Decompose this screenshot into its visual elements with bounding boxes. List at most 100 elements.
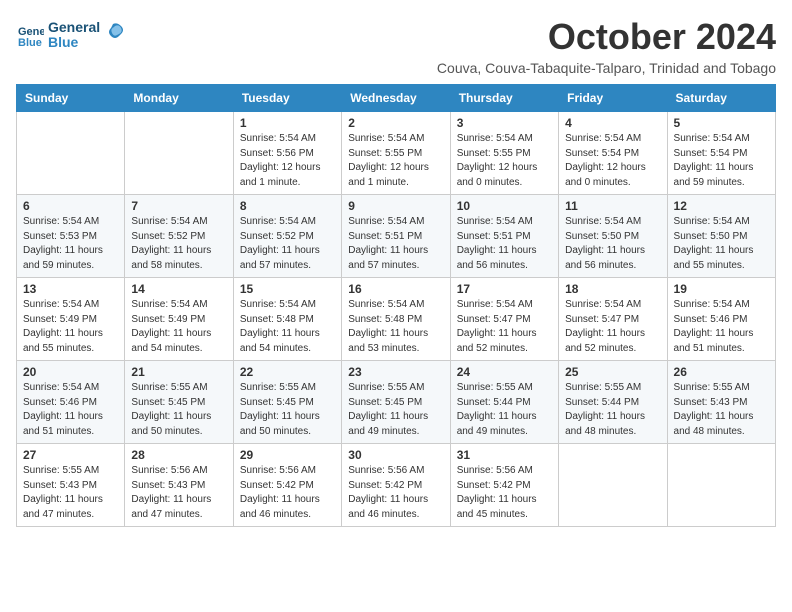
day-number: 23: [348, 365, 443, 379]
header-day-saturday: Saturday: [667, 85, 775, 112]
logo-icon: General Blue: [16, 21, 44, 49]
day-cell: 14 Sunrise: 5:54 AM Sunset: 5:49 PM Dayli…: [125, 278, 233, 361]
day-info: Sunrise: 5:55 AM Sunset: 5:45 PM Dayligh…: [348, 381, 443, 439]
day-info: Sunrise: 5:54 AM Sunset: 5:56 PM Dayligh…: [240, 132, 335, 190]
day-number: 2: [348, 116, 443, 130]
day-number: 29: [240, 448, 335, 462]
day-number: 27: [23, 448, 118, 462]
day-cell: 26 Sunrise: 5:55 AM Sunset: 5:43 PM Dayli…: [667, 361, 775, 444]
day-number: 17: [457, 282, 552, 296]
day-number: 3: [457, 116, 552, 130]
day-cell: 3 Sunrise: 5:54 AM Sunset: 5:55 PM Daylig…: [450, 112, 558, 195]
header-day-friday: Friday: [559, 85, 667, 112]
day-info: Sunrise: 5:55 AM Sunset: 5:45 PM Dayligh…: [240, 381, 335, 439]
day-info: Sunrise: 5:54 AM Sunset: 5:54 PM Dayligh…: [674, 132, 769, 190]
title-block: October 2024 Couva, Couva-Tabaquite-Talp…: [437, 16, 776, 76]
week-row-4: 20 Sunrise: 5:54 AM Sunset: 5:46 PM Dayli…: [17, 361, 776, 444]
calendar-table: SundayMondayTuesdayWednesdayThursdayFrid…: [16, 84, 776, 527]
day-info: Sunrise: 5:54 AM Sunset: 5:47 PM Dayligh…: [457, 298, 552, 356]
day-cell: 27 Sunrise: 5:55 AM Sunset: 5:43 PM Dayli…: [17, 444, 125, 527]
day-info: Sunrise: 5:54 AM Sunset: 5:51 PM Dayligh…: [457, 215, 552, 273]
day-info: Sunrise: 5:55 AM Sunset: 5:45 PM Dayligh…: [131, 381, 226, 439]
week-row-3: 13 Sunrise: 5:54 AM Sunset: 5:49 PM Dayli…: [17, 278, 776, 361]
day-cell: 1 Sunrise: 5:54 AM Sunset: 5:56 PM Daylig…: [233, 112, 341, 195]
day-info: Sunrise: 5:55 AM Sunset: 5:43 PM Dayligh…: [674, 381, 769, 439]
day-number: 15: [240, 282, 335, 296]
day-number: 20: [23, 365, 118, 379]
day-info: Sunrise: 5:54 AM Sunset: 5:48 PM Dayligh…: [348, 298, 443, 356]
day-number: 12: [674, 199, 769, 213]
day-number: 18: [565, 282, 660, 296]
day-cell: [125, 112, 233, 195]
day-info: Sunrise: 5:54 AM Sunset: 5:55 PM Dayligh…: [348, 132, 443, 190]
day-info: Sunrise: 5:54 AM Sunset: 5:46 PM Dayligh…: [23, 381, 118, 439]
logo-line2: Blue: [48, 35, 78, 50]
day-number: 10: [457, 199, 552, 213]
day-cell: 31Sunrise: 5:56 AM Sunset: 5:42 PM Dayli…: [450, 444, 558, 527]
logo-wave-icon: [103, 22, 125, 42]
day-cell: 16 Sunrise: 5:54 AM Sunset: 5:48 PM Dayli…: [342, 278, 450, 361]
header-day-wednesday: Wednesday: [342, 85, 450, 112]
day-number: 1: [240, 116, 335, 130]
day-number: 24: [457, 365, 552, 379]
header-row: SundayMondayTuesdayWednesdayThursdayFrid…: [17, 85, 776, 112]
day-cell: 13Sunrise: 5:54 AM Sunset: 5:49 PM Dayli…: [17, 278, 125, 361]
day-number: 19: [674, 282, 769, 296]
day-info: Sunrise: 5:54 AM Sunset: 5:54 PM Dayligh…: [565, 132, 660, 190]
header-day-monday: Monday: [125, 85, 233, 112]
day-number: 26: [674, 365, 769, 379]
day-info: Sunrise: 5:54 AM Sunset: 5:47 PM Dayligh…: [565, 298, 660, 356]
day-cell: 30Sunrise: 5:56 AM Sunset: 5:42 PM Dayli…: [342, 444, 450, 527]
day-number: 25: [565, 365, 660, 379]
day-cell: 6 Sunrise: 5:54 AM Sunset: 5:53 PM Daylig…: [17, 195, 125, 278]
header-day-thursday: Thursday: [450, 85, 558, 112]
day-info: Sunrise: 5:56 AM Sunset: 5:42 PM Dayligh…: [240, 464, 335, 522]
day-cell: 23 Sunrise: 5:55 AM Sunset: 5:45 PM Dayli…: [342, 361, 450, 444]
header-day-sunday: Sunday: [17, 85, 125, 112]
day-cell: 7Sunrise: 5:54 AM Sunset: 5:52 PM Daylig…: [125, 195, 233, 278]
day-number: 11: [565, 199, 660, 213]
day-info: Sunrise: 5:55 AM Sunset: 5:44 PM Dayligh…: [457, 381, 552, 439]
day-number: 8: [240, 199, 335, 213]
day-number: 4: [565, 116, 660, 130]
svg-text:Blue: Blue: [18, 37, 42, 49]
day-info: Sunrise: 5:54 AM Sunset: 5:51 PM Dayligh…: [348, 215, 443, 273]
logo: General Blue General Blue: [16, 20, 125, 51]
day-cell: 22 Sunrise: 5:55 AM Sunset: 5:45 PM Dayli…: [233, 361, 341, 444]
day-cell: [559, 444, 667, 527]
day-info: Sunrise: 5:56 AM Sunset: 5:43 PM Dayligh…: [131, 464, 226, 522]
day-cell: 10 Sunrise: 5:54 AM Sunset: 5:51 PM Dayli…: [450, 195, 558, 278]
day-info: Sunrise: 5:55 AM Sunset: 5:43 PM Dayligh…: [23, 464, 118, 522]
day-cell: 11 Sunrise: 5:54 AM Sunset: 5:50 PM Dayli…: [559, 195, 667, 278]
day-cell: 5Sunrise: 5:54 AM Sunset: 5:54 PM Daylig…: [667, 112, 775, 195]
day-cell: 15Sunrise: 5:54 AM Sunset: 5:48 PM Dayli…: [233, 278, 341, 361]
day-number: 13: [23, 282, 118, 296]
day-number: 14: [131, 282, 226, 296]
day-info: Sunrise: 5:56 AM Sunset: 5:42 PM Dayligh…: [457, 464, 552, 522]
day-info: Sunrise: 5:56 AM Sunset: 5:42 PM Dayligh…: [348, 464, 443, 522]
month-title: October 2024: [437, 16, 776, 58]
day-info: Sunrise: 5:54 AM Sunset: 5:49 PM Dayligh…: [131, 298, 226, 356]
day-info: Sunrise: 5:55 AM Sunset: 5:44 PM Dayligh…: [565, 381, 660, 439]
day-cell: 9Sunrise: 5:54 AM Sunset: 5:51 PM Daylig…: [342, 195, 450, 278]
day-cell: 19 Sunrise: 5:54 AM Sunset: 5:46 PM Dayli…: [667, 278, 775, 361]
week-row-2: 6 Sunrise: 5:54 AM Sunset: 5:53 PM Daylig…: [17, 195, 776, 278]
day-info: Sunrise: 5:54 AM Sunset: 5:50 PM Dayligh…: [565, 215, 660, 273]
logo-line1: General: [48, 20, 100, 35]
day-info: Sunrise: 5:54 AM Sunset: 5:46 PM Dayligh…: [674, 298, 769, 356]
day-number: 16: [348, 282, 443, 296]
day-cell: 17 Sunrise: 5:54 AM Sunset: 5:47 PM Dayli…: [450, 278, 558, 361]
day-cell: 29 Sunrise: 5:56 AM Sunset: 5:42 PM Dayli…: [233, 444, 341, 527]
day-cell: 8Sunrise: 5:54 AM Sunset: 5:52 PM Daylig…: [233, 195, 341, 278]
day-number: 28: [131, 448, 226, 462]
day-info: Sunrise: 5:54 AM Sunset: 5:55 PM Dayligh…: [457, 132, 552, 190]
page-header: General Blue General Blue October 2024 C…: [16, 16, 776, 76]
day-number: 22: [240, 365, 335, 379]
day-cell: 4 Sunrise: 5:54 AM Sunset: 5:54 PM Daylig…: [559, 112, 667, 195]
day-cell: 12Sunrise: 5:54 AM Sunset: 5:50 PM Dayli…: [667, 195, 775, 278]
day-number: 6: [23, 199, 118, 213]
day-cell: 2 Sunrise: 5:54 AM Sunset: 5:55 PM Daylig…: [342, 112, 450, 195]
header-day-tuesday: Tuesday: [233, 85, 341, 112]
day-info: Sunrise: 5:54 AM Sunset: 5:53 PM Dayligh…: [23, 215, 118, 273]
day-cell: 25 Sunrise: 5:55 AM Sunset: 5:44 PM Dayli…: [559, 361, 667, 444]
